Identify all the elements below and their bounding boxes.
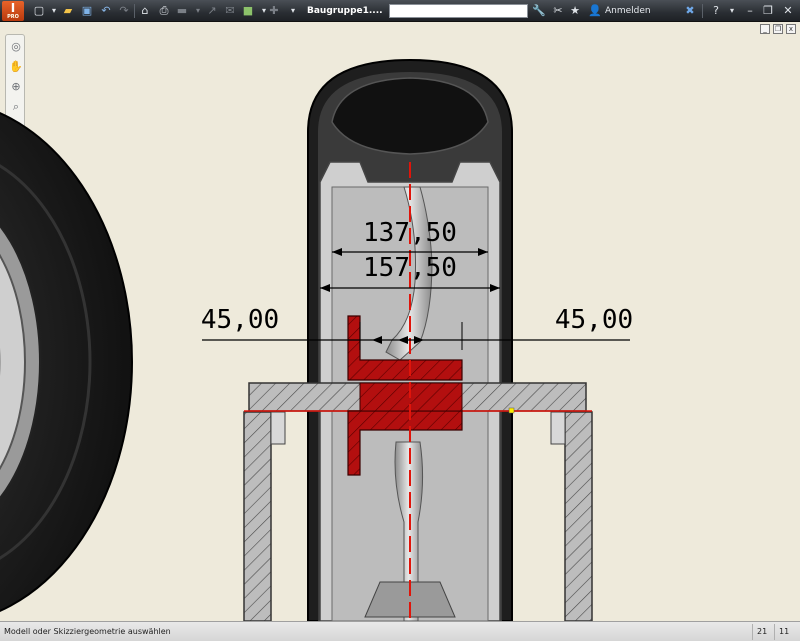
document-title: Baugruppe1.... bbox=[307, 6, 383, 16]
dimension-left-offset-text: 45,00 bbox=[201, 305, 279, 335]
material-icon[interactable]: ✉ bbox=[222, 3, 238, 19]
app-logo-letter: I bbox=[10, 1, 16, 15]
signin-label[interactable]: Anmelden bbox=[605, 0, 651, 22]
new-icon[interactable]: ▢ bbox=[31, 3, 47, 19]
dimension-right-offset-text: 45,00 bbox=[555, 305, 633, 335]
select-icon[interactable]: ↗ bbox=[204, 3, 220, 19]
status-message: Modell oder Skizziergeometrie auswählen bbox=[4, 627, 171, 636]
title-bar: I PRO ▢ ▾ ▰ ▣ ↶ ↷ ⌂ ⎙ ▬ ▾ ↗ ✉ ■ ▾ ✚ ▾ Ba… bbox=[0, 0, 800, 22]
side-wheel bbox=[0, 112, 133, 612]
restore-icon[interactable]: ❐ bbox=[760, 3, 776, 19]
minimize-icon[interactable]: – bbox=[742, 3, 758, 19]
search-tools-icon[interactable]: 🔧 bbox=[531, 3, 547, 19]
redo-icon[interactable]: ↷ bbox=[116, 3, 132, 19]
save-icon[interactable]: ▣ bbox=[79, 3, 95, 19]
home-icon[interactable]: ⌂ bbox=[137, 3, 153, 19]
zoom-dropdown-icon[interactable]: ▾ bbox=[285, 3, 301, 19]
close-icon[interactable]: ✕ bbox=[780, 3, 796, 19]
status-cell-2: 11 bbox=[774, 624, 800, 640]
print-icon[interactable]: ⎙ bbox=[156, 3, 172, 19]
appearance-icon[interactable]: ■ bbox=[240, 3, 256, 19]
comm-center-icon[interactable]: ✂ bbox=[550, 3, 566, 19]
graphics-window[interactable]: _ ❐ x ◎ ✋ ⊕ ⌕ ⟳ bbox=[0, 22, 800, 621]
application-menu-button[interactable]: I PRO bbox=[2, 1, 24, 21]
help-icon[interactable]: ? bbox=[708, 3, 724, 19]
app-logo-sub: PRO bbox=[7, 14, 19, 20]
favorites-icon[interactable]: ★ bbox=[567, 3, 583, 19]
user-icon[interactable]: 👤 bbox=[587, 3, 603, 19]
status-cell-1: 21 bbox=[752, 624, 774, 640]
add-icon[interactable]: ✚ bbox=[266, 3, 282, 19]
dimension-outer-width-text: 157,50 bbox=[363, 253, 457, 283]
dimension-inner-width-text: 137,50 bbox=[363, 218, 457, 248]
status-bar: Modell oder Skizziergeometrie auswählen … bbox=[0, 621, 800, 641]
measure-icon[interactable]: ▬ bbox=[174, 3, 190, 19]
help-dropdown-icon[interactable]: ▾ bbox=[724, 3, 740, 19]
model-drawing: 137,50 157,50 45,00 45,00 bbox=[0, 58, 633, 621]
undo-icon[interactable]: ↶ bbox=[98, 3, 114, 19]
open-icon[interactable]: ▰ bbox=[60, 3, 76, 19]
search-input[interactable] bbox=[389, 4, 528, 18]
exchange-icon[interactable]: ✖ bbox=[682, 3, 698, 19]
